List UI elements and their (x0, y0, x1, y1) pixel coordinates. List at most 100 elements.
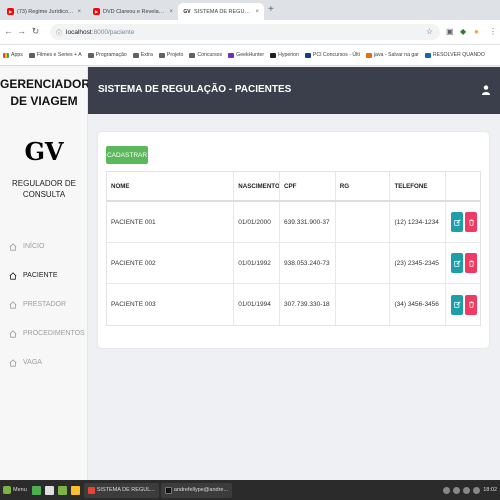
edit-button[interactable] (451, 212, 464, 232)
mint-logo-icon (3, 486, 11, 494)
home-icon (8, 300, 17, 309)
sidebar-item-inicio[interactable]: INÍCIO (8, 232, 86, 261)
table-row: PACIENTE 002 01/01/1992 938.053.240-73 (… (107, 243, 480, 284)
bookmark-folder[interactable]: Programação (87, 52, 127, 58)
cell-nascimento: 01/01/2000 (234, 202, 281, 242)
geekhunter-icon (228, 52, 235, 58)
delete-button[interactable] (465, 253, 478, 273)
bookmark-folder[interactable]: Concursos (189, 52, 222, 58)
taskbar-window-terminal[interactable]: andrefellype@andre... (160, 482, 233, 498)
home-icon (8, 329, 17, 338)
trash-icon (468, 259, 474, 267)
extension-icon[interactable]: ▣ (446, 27, 454, 36)
gv-logo: GV (24, 137, 64, 166)
info-icon[interactable]: ⓘ (56, 28, 62, 37)
browser-tab-3-active[interactable]: GV SISTEMA DE REGULAÇÃO × (178, 3, 264, 20)
column-header-telefone: TELEFONE (390, 172, 447, 200)
sidebar-item-paciente[interactable]: PACIENTE (8, 261, 86, 290)
taskbar-window-browser[interactable]: SISTEMA DE REGUL... (83, 482, 159, 498)
bookmark-pci[interactable]: PCI Concursos - Últi (304, 52, 360, 58)
system-tray: 18:02 (443, 480, 497, 500)
folder-icon (28, 52, 35, 58)
files-icon[interactable] (57, 485, 67, 495)
start-menu-button[interactable]: Menu (0, 480, 30, 500)
chrome-icon (87, 486, 95, 494)
cell-actions (446, 284, 480, 325)
close-icon[interactable]: × (169, 9, 173, 15)
table-row: PACIENTE 003 01/01/1994 307.739.330-18 (… (107, 284, 480, 325)
sidebar-item-label: PACIENTE (23, 272, 58, 279)
edit-button[interactable] (451, 294, 464, 315)
bookmark-geekhunter[interactable]: GeekHunter (228, 52, 264, 58)
browser-tab-2[interactable]: ▶ DVD Clareou e Revelação - Roda × (88, 3, 178, 20)
browser-tab-1[interactable]: ▶ (73) Regime Jurídico dos Servido × (2, 3, 86, 20)
table-row: PACIENTE 001 01/01/2000 639.331.900-37 (… (107, 202, 480, 243)
main-content: CADASTRAR NOME NASCIMENTO CPF RG TELEFON… (88, 114, 500, 480)
delete-button[interactable] (465, 294, 478, 315)
new-tab-icon[interactable]: + (268, 4, 274, 15)
back-icon[interactable]: ← (3, 26, 14, 37)
network-icon[interactable] (453, 486, 461, 494)
close-icon[interactable]: × (255, 9, 259, 15)
volume-icon[interactable] (463, 486, 471, 494)
cadastrar-button[interactable]: CADASTRAR (106, 146, 148, 164)
cell-rg (336, 284, 391, 325)
folder-icon (158, 52, 165, 58)
user-icon[interactable] (482, 85, 490, 95)
bookmark-folder[interactable]: Projeto (158, 52, 183, 58)
edit-button[interactable] (451, 253, 464, 273)
folder-icon (87, 52, 94, 58)
column-header-cpf: CPF (280, 172, 336, 200)
bookmarks-bar: Apps Filmes e Series + A Programação Ext… (0, 45, 500, 66)
profile-avatar-icon[interactable]: ● (474, 27, 479, 36)
resolver-icon (424, 52, 431, 58)
cell-rg (336, 202, 391, 242)
cell-cpf: 639.331.900-37 (280, 202, 336, 242)
youtube-icon: ▶ (7, 8, 14, 15)
cell-telefone: (34) 3456-3456 (390, 284, 447, 325)
cell-nome: PACIENTE 003 (107, 284, 235, 325)
cell-actions (446, 202, 480, 242)
tab-title: (73) Regime Jurídico dos Servido (17, 8, 74, 15)
delete-button[interactable] (465, 212, 478, 232)
pci-icon (304, 52, 311, 58)
bookmark-resolver[interactable]: RESOLVER QUANDO (424, 52, 485, 58)
sidebar-subtitle: REGULADOR DE CONSULTA (11, 179, 76, 199)
cell-cpf: 938.053.240-73 (280, 243, 336, 283)
extension-green-icon[interactable]: ◆ (460, 27, 466, 36)
sidebar-item-label: INÍCIO (23, 243, 45, 250)
bookmark-hyperion[interactable]: Hyperion (270, 52, 299, 58)
bookmark-java[interactable]: java - Salvar na gar (365, 52, 419, 58)
close-icon[interactable]: × (77, 9, 81, 15)
terminal-icon (164, 486, 172, 494)
trash-icon (468, 301, 474, 308)
bookmark-folder[interactable]: Extra (132, 52, 153, 58)
column-header-actions (446, 172, 480, 200)
more-menu-icon[interactable]: ⋮ (489, 27, 497, 36)
shield-icon[interactable] (443, 486, 451, 494)
terminal-icon[interactable] (44, 485, 54, 495)
home-icon (8, 242, 17, 251)
bookmark-star-icon[interactable]: ☆ (426, 27, 433, 36)
show-desktop-icon[interactable] (31, 485, 41, 495)
gv-icon: GV (183, 8, 191, 15)
reload-icon[interactable]: ↻ (30, 26, 41, 37)
cell-actions (446, 243, 480, 283)
cell-nome: PACIENTE 001 (107, 202, 235, 242)
home-icon (8, 358, 17, 367)
java-icon (365, 52, 372, 58)
youtube-icon: ▶ (93, 8, 100, 15)
forward-icon[interactable]: → (16, 26, 27, 37)
bookmark-folder[interactable]: Filmes e Series + A (28, 52, 82, 58)
cell-telefone: (12) 1234-1234 (390, 202, 447, 242)
sidebar-item-vaga[interactable]: VAGA (8, 348, 86, 377)
sidebar-item-prestador[interactable]: PRESTADOR (8, 290, 86, 319)
sidebar-item-procedimentos[interactable]: PROCEDIMENTOS (8, 319, 86, 348)
sidebar-menu: INÍCIO PACIENTE PRESTADOR PROCEDIMENTOS … (8, 232, 86, 377)
cell-cpf: 307.739.330-18 (280, 284, 336, 325)
sidebar: GERENCIADOR DE VIAGEM GV REGULADOR DE CO… (0, 67, 90, 480)
folder-icon[interactable] (70, 485, 80, 495)
bookmark-apps[interactable]: Apps (3, 52, 23, 58)
address-bar[interactable]: ⓘ localhost :8000/paciente ☆ (50, 24, 440, 40)
battery-icon[interactable] (473, 486, 481, 494)
